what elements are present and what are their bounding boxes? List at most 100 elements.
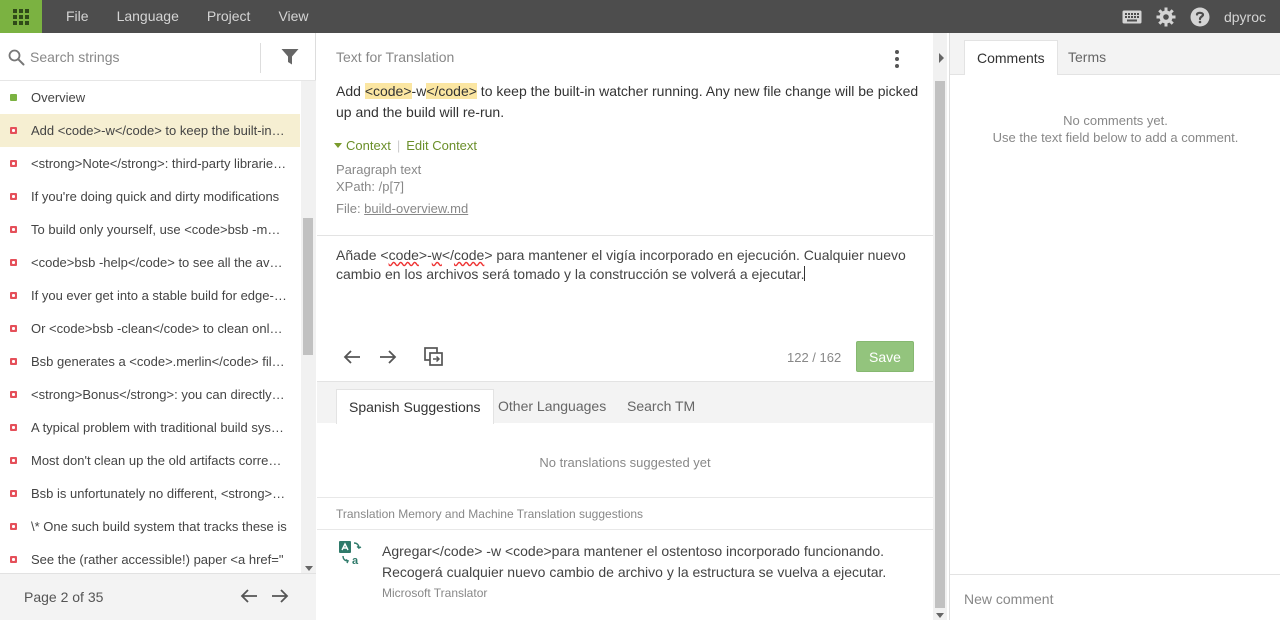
list-item[interactable]: <strong>Bonus</strong>: you can directly… bbox=[0, 378, 300, 411]
list-item-label: Or <code>bsb -clean</code> to clean only… bbox=[31, 321, 287, 336]
list-item-overview[interactable]: Overview bbox=[0, 81, 300, 114]
file-label: File: bbox=[336, 201, 365, 216]
tab-comments[interactable]: Comments bbox=[964, 40, 1058, 75]
keyboard-icon[interactable] bbox=[1122, 10, 1142, 24]
list-item[interactable]: Or <code>bsb -clean</code> to clean only… bbox=[0, 312, 300, 345]
strings-panel: Overview Add <code>-w</code> to keep the… bbox=[0, 33, 316, 620]
help-icon[interactable] bbox=[1190, 7, 1210, 27]
list-item-label: Overview bbox=[31, 90, 86, 105]
file-link[interactable]: build-overview.md bbox=[364, 201, 468, 216]
scroll-down-icon[interactable] bbox=[936, 613, 944, 618]
list-item-label: A typical problem with traditional build… bbox=[31, 420, 287, 435]
list-item[interactable]: \* One such build system that tracks the… bbox=[0, 510, 300, 543]
context-toggle[interactable]: Context bbox=[346, 138, 391, 153]
apps-grid-icon[interactable] bbox=[0, 0, 42, 33]
editor-toolbar: 122 / 162 bbox=[317, 334, 933, 381]
suggestion-tabs: Spanish Suggestions Other Languages Sear… bbox=[317, 381, 933, 424]
tab-terms[interactable]: Terms bbox=[1056, 40, 1118, 75]
status-dot-icon bbox=[10, 259, 17, 266]
next-page-arrow-icon[interactable] bbox=[271, 588, 289, 607]
list-item-label: Bsb generates a <code>.merlin</code> fil… bbox=[31, 354, 287, 369]
filter-icon[interactable] bbox=[281, 48, 299, 69]
status-dot-icon bbox=[10, 226, 17, 233]
previous-string-arrow-icon[interactable] bbox=[343, 349, 361, 368]
list-item[interactable]: <code>bsb -help</code> to see all the av… bbox=[0, 246, 300, 279]
edit-context-link[interactable]: Edit Context bbox=[406, 138, 477, 153]
copy-source-icon[interactable] bbox=[424, 347, 444, 370]
list-item[interactable]: Bsb is unfortunately no different, <stro… bbox=[0, 477, 300, 510]
translation-input[interactable]: Añade <code>-w</code> para mantener el v… bbox=[336, 246, 921, 284]
list-item-label: If you're doing quick and dirty modifica… bbox=[31, 189, 280, 204]
comments-panel: Comments Terms No comments yet. Use the … bbox=[949, 33, 1280, 620]
list-item[interactable]: Add <code>-w</code> to keep the built-in… bbox=[0, 114, 300, 147]
list-item-label: <strong>Bonus</strong>: you can directly… bbox=[31, 387, 287, 402]
menu-project[interactable]: Project bbox=[193, 0, 265, 33]
next-string-arrow-icon[interactable] bbox=[379, 349, 397, 368]
status-dot-icon bbox=[10, 391, 17, 398]
list-item[interactable]: If you ever get into a stable build for … bbox=[0, 279, 300, 312]
mt-suggestion-source: Microsoft Translator bbox=[382, 586, 488, 600]
comment-box bbox=[950, 574, 1280, 620]
scrollbar-thumb[interactable] bbox=[935, 81, 945, 608]
collapse-right-icon[interactable] bbox=[935, 33, 949, 83]
source-segment: Add bbox=[336, 83, 365, 99]
strings-scrollbar[interactable] bbox=[301, 81, 316, 573]
list-item[interactable]: See the (rather accessible!) paper <a hr… bbox=[0, 543, 300, 573]
list-item-label: <strong>Note</strong>: third-party libra… bbox=[31, 156, 287, 171]
list-item-label: If you ever get into a stable build for … bbox=[31, 288, 287, 303]
list-item[interactable]: Bsb generates a <code>.merlin</code> fil… bbox=[0, 345, 300, 378]
save-button[interactable]: Save bbox=[856, 341, 914, 372]
status-dot-icon bbox=[10, 424, 17, 431]
source-text: Add <code>-w</code> to keep the built-in… bbox=[336, 81, 921, 123]
search-input[interactable] bbox=[30, 46, 250, 68]
status-dot-icon bbox=[10, 94, 17, 101]
search-row bbox=[0, 33, 316, 81]
list-item[interactable]: A typical problem with traditional build… bbox=[0, 411, 300, 444]
tm-header-label: Translation Memory and Machine Translati… bbox=[336, 507, 644, 521]
search-icon bbox=[8, 49, 25, 69]
context-row: Context | Edit Context bbox=[334, 138, 477, 153]
status-dot-icon bbox=[10, 292, 17, 299]
tab-other-languages[interactable]: Other Languages bbox=[486, 389, 618, 424]
spellcheck-word: code bbox=[453, 247, 485, 263]
list-item[interactable]: Most don't clean up the old artifacts co… bbox=[0, 444, 300, 477]
menu-file[interactable]: File bbox=[52, 0, 103, 33]
new-comment-input[interactable] bbox=[964, 589, 1264, 609]
context-file: File: build-overview.md bbox=[336, 201, 468, 216]
source-header: Text for Translation bbox=[336, 49, 455, 65]
editor-scrollbar[interactable] bbox=[933, 33, 947, 620]
status-dot-icon bbox=[10, 523, 17, 530]
translation-segment: Añade < bbox=[336, 247, 389, 263]
more-options-icon[interactable] bbox=[895, 50, 899, 68]
strings-list: Overview Add <code>-w</code> to keep the… bbox=[0, 81, 300, 573]
context-xpath: XPath: /p[7] bbox=[336, 179, 404, 194]
list-item[interactable]: <strong>Note</strong>: third-party libra… bbox=[0, 147, 300, 180]
tab-search-tm[interactable]: Search TM bbox=[615, 389, 707, 424]
menu-view[interactable]: View bbox=[264, 0, 322, 33]
no-comments-hint: Use the text field below to add a commen… bbox=[992, 130, 1239, 145]
top-bar: File Language Project View dpyroc bbox=[0, 0, 1280, 33]
list-item[interactable]: If you're doing quick and dirty modifica… bbox=[0, 180, 300, 213]
caret-down-icon bbox=[334, 143, 342, 148]
list-item[interactable]: To build only yourself, use <code>bsb -m… bbox=[0, 213, 300, 246]
page-indicator: Page 2 of 35 bbox=[24, 589, 104, 605]
char-counter: 122 / 162 bbox=[787, 350, 842, 365]
username[interactable]: dpyroc bbox=[1224, 9, 1266, 25]
list-item-label: See the (rather accessible!) paper <a hr… bbox=[31, 552, 284, 567]
prev-page-arrow-icon[interactable] bbox=[240, 588, 258, 607]
list-item-label: To build only yourself, use <code>bsb -m… bbox=[31, 222, 287, 237]
main-menu: File Language Project View bbox=[52, 0, 323, 33]
scroll-down-icon[interactable] bbox=[305, 566, 313, 571]
menu-language[interactable]: Language bbox=[103, 0, 193, 33]
list-item-label: <code>bsb -help</code> to see all the av… bbox=[31, 255, 287, 270]
machine-translation-icon: a bbox=[339, 541, 363, 568]
gear-icon[interactable] bbox=[1156, 7, 1176, 27]
status-dot-icon bbox=[10, 556, 17, 563]
mt-suggestion-text[interactable]: Agregar</code> -w <code>para mantener el… bbox=[382, 541, 912, 583]
tab-spanish-suggestions[interactable]: Spanish Suggestions bbox=[336, 389, 494, 424]
status-dot-icon bbox=[10, 325, 17, 332]
code-tag-highlight: <code> bbox=[364, 83, 412, 99]
status-dot-icon bbox=[10, 490, 17, 497]
text-cursor bbox=[804, 266, 806, 281]
scrollbar-thumb[interactable] bbox=[303, 218, 313, 355]
